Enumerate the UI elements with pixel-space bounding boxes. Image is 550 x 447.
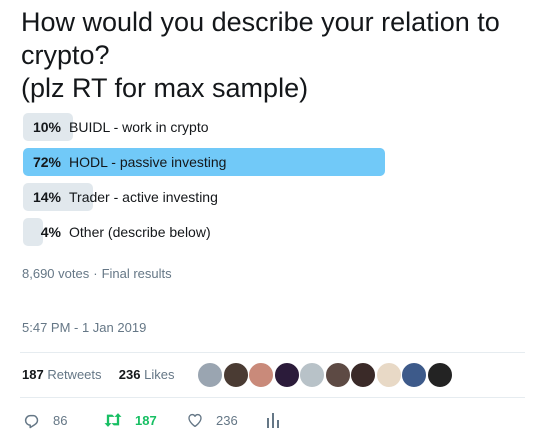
heart-icon (186, 411, 204, 429)
poll-summary: 8,690 votes · Final results (22, 266, 172, 281)
avatar[interactable] (197, 362, 223, 388)
separator-dot: · (93, 266, 98, 281)
analytics-button[interactable] (265, 411, 281, 429)
like-button[interactable]: 236 (186, 411, 238, 429)
avatar[interactable] (350, 362, 376, 388)
reply-count: 86 (53, 412, 68, 428)
divider (20, 352, 525, 353)
poll-option-winner: 72% HODL - passive investing (23, 148, 385, 176)
poll-options: 10% BUIDL - work in crypto 72% HODL - pass… (23, 113, 385, 253)
avatar[interactable] (324, 362, 351, 388)
avatar[interactable] (401, 362, 427, 388)
retweet-icon (103, 411, 123, 429)
poll-option-label: HODL - passive investing (69, 154, 227, 170)
retweets-label[interactable]: Retweets (47, 367, 101, 382)
divider (20, 397, 525, 398)
poll-option: 4% Other (describe below) (23, 218, 385, 246)
avatar[interactable] (222, 362, 249, 388)
avatar[interactable] (426, 362, 453, 388)
likes-count[interactable]: 236 (119, 367, 141, 382)
poll-option-label: Other (describe below) (69, 224, 211, 240)
tweet-timestamp[interactable]: 5:47 PM - 1 Jan 2019 (22, 320, 146, 335)
avatar[interactable] (273, 362, 300, 388)
retweet-button[interactable]: 187 (103, 411, 157, 429)
poll-option-label: Trader - active investing (69, 189, 218, 205)
like-count: 236 (216, 412, 238, 428)
likes-label[interactable]: Likes (144, 367, 174, 382)
avatar[interactable] (375, 362, 402, 388)
poll-option-percent: 72% (32, 154, 61, 170)
avatar[interactable] (248, 362, 274, 388)
avatar[interactable] (299, 362, 325, 388)
poll-question: How would you describe your relation to … (21, 7, 500, 103)
vote-count: 8,690 votes (22, 266, 90, 281)
poll-option: 14% Trader - active investing (23, 183, 385, 211)
reply-button[interactable]: 86 (23, 411, 67, 429)
poll-option-percent: 10% (32, 119, 61, 135)
retweets-count[interactable]: 187 (22, 367, 44, 382)
tweet-stats: 187 Retweets 236 Likes (22, 367, 174, 382)
poll-option: 10% BUIDL - work in crypto (23, 113, 385, 141)
retweet-count: 187 (135, 412, 157, 428)
poll-option-percent: 4% (40, 224, 61, 240)
poll-status: Final results (101, 266, 172, 281)
poll-option-label: BUIDL - work in crypto (69, 119, 209, 135)
poll-option-percent: 14% (32, 189, 61, 205)
analytics-icon (265, 411, 281, 429)
reply-icon (23, 411, 41, 429)
